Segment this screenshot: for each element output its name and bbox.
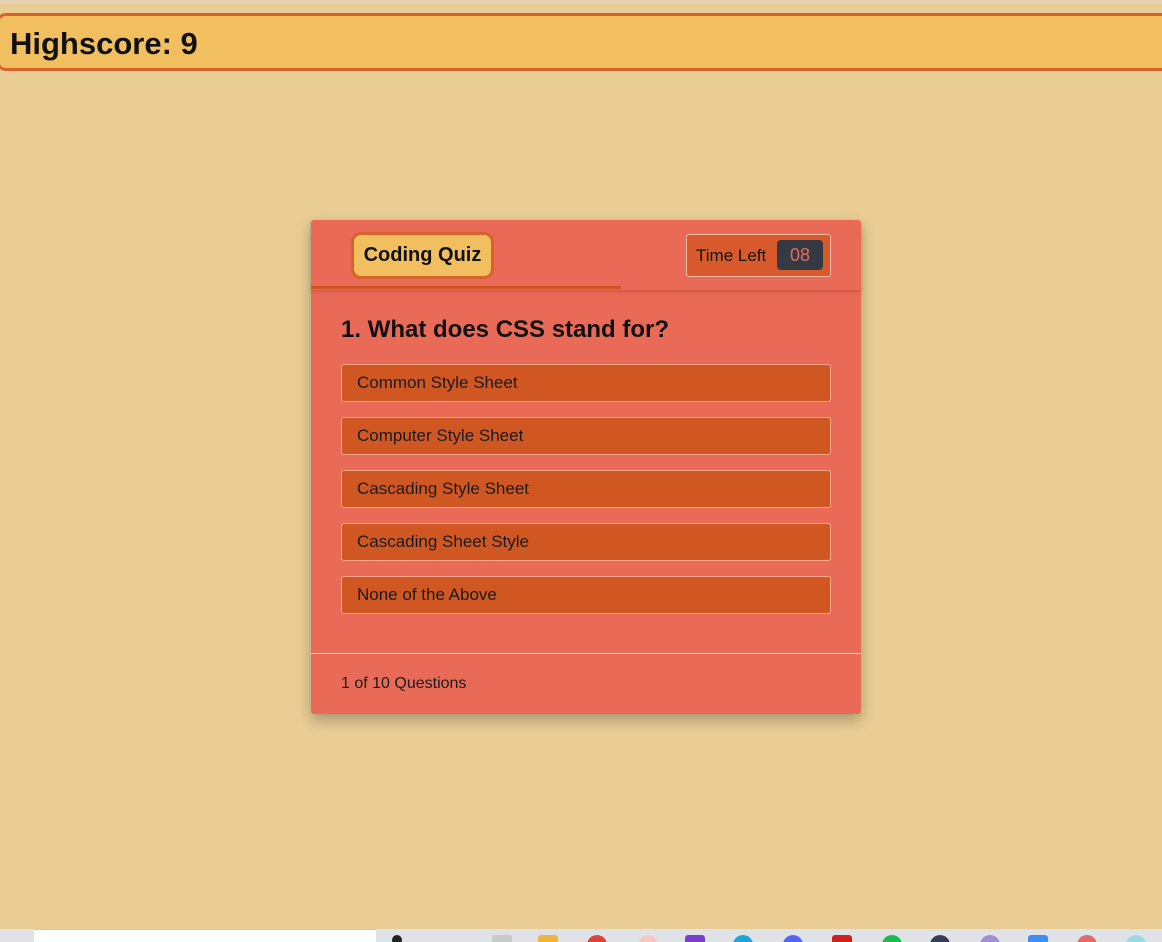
answer-option[interactable]: Computer Style Sheet: [341, 417, 831, 455]
footer-divider: [311, 653, 861, 654]
quiz-title: Coding Quiz: [351, 232, 494, 279]
highscore-text: Highscore: 9: [10, 26, 198, 62]
app-icon[interactable]: [1077, 935, 1097, 942]
highscore-bar: Highscore: 9: [0, 13, 1162, 71]
app-icon[interactable]: [685, 935, 705, 942]
app-icon[interactable]: [980, 935, 1000, 942]
timer: Time Left 08: [686, 234, 831, 277]
question-number: 1.: [341, 316, 362, 343]
chrome-icon[interactable]: [587, 935, 607, 942]
answer-option[interactable]: None of the Above: [341, 576, 831, 614]
app-icon[interactable]: [930, 935, 950, 942]
app-icon[interactable]: [832, 935, 852, 942]
file-explorer-icon[interactable]: [492, 935, 512, 942]
app-icon[interactable]: [1126, 935, 1146, 942]
folder-icon[interactable]: [538, 935, 558, 942]
taskbar-search-box[interactable]: [34, 929, 376, 942]
app-icon[interactable]: [1028, 935, 1048, 942]
app-icon[interactable]: [882, 935, 902, 942]
highscore-value: 9: [180, 26, 198, 61]
answer-option[interactable]: Cascading Sheet Style: [341, 523, 831, 561]
highscore-label: Highscore:: [10, 26, 172, 61]
app-icon[interactable]: [733, 935, 753, 942]
quiz-card-header: Coding Quiz Time Left 08: [311, 220, 861, 290]
question-progress: 1 of 10 Questions: [341, 675, 467, 692]
timer-label: Time Left: [696, 246, 767, 265]
top-strip: [0, 0, 1162, 3]
answer-option[interactable]: Common Style Sheet: [341, 364, 831, 402]
taskbar: [0, 929, 1162, 942]
question-body: What does CSS stand for?: [367, 316, 670, 343]
quiz-card: Coding Quiz Time Left 08 1. What does CS…: [311, 220, 861, 714]
question-text: 1. What does CSS stand for?: [341, 316, 669, 344]
answer-options: Common Style Sheet Computer Style Sheet …: [341, 364, 831, 629]
app-icon[interactable]: [638, 935, 658, 942]
task-view-icon[interactable]: [392, 935, 402, 942]
answer-option[interactable]: Cascading Style Sheet: [341, 470, 831, 508]
header-underline: [311, 286, 621, 289]
timer-countdown: 08: [777, 240, 823, 270]
app-icon[interactable]: [783, 935, 803, 942]
